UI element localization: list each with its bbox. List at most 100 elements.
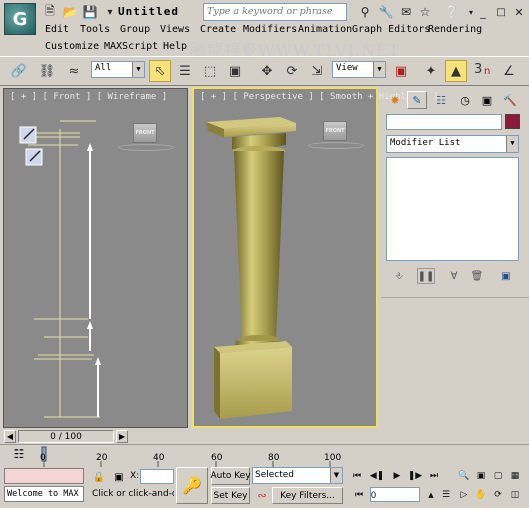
menu-help[interactable]: Help <box>163 41 187 52</box>
remove-modifier-icon[interactable]: 🗑 <box>468 268 486 284</box>
pivot-center-icon[interactable]: ▣ <box>390 60 412 82</box>
menu-tools[interactable]: Tools <box>80 24 110 35</box>
save-icon[interactable]: 💾 <box>81 3 99 21</box>
pan-hand-icon[interactable]: ✋ <box>472 487 490 503</box>
maximize-viewport-icon[interactable]: ◫ <box>506 487 524 503</box>
menu-rendering[interactable]: Rendering <box>428 24 482 35</box>
maxscript-listener-output[interactable]: Welcome to MAX <box>4 486 84 502</box>
modify-tab-icon[interactable]: ✎ <box>407 91 427 109</box>
rectangular-selection-icon[interactable]: ⬚ <box>199 60 221 82</box>
communication-icon[interactable]: ✉ <box>397 3 415 21</box>
front-viewport[interactable]: [ + ] [ Front ] [ Wireframe ] FRONT <box>3 88 188 428</box>
object-name-field[interactable] <box>386 114 502 130</box>
select-by-name-icon[interactable]: ☰ <box>174 60 196 82</box>
keyboard-shortcut-override-icon[interactable]: ▲ <box>445 60 467 82</box>
binoculars-icon[interactable]: ⚲ <box>356 3 374 21</box>
close-icon[interactable]: ✕ <box>510 3 528 21</box>
snap-toggle-sublabel: n <box>484 66 491 77</box>
open-folder-icon[interactable]: 📂 <box>61 3 79 21</box>
key-filters-button[interactable]: Key Filters... <box>272 487 343 504</box>
menu-maxscript[interactable]: MAXScript <box>104 41 158 52</box>
display-tab-icon[interactable]: ▣ <box>477 91 497 109</box>
new-file-icon[interactable]: 🗎 <box>41 3 59 21</box>
menu-edit[interactable]: Edit <box>45 24 69 35</box>
selection-filter-dropdown[interactable]: All ▼ <box>91 61 145 78</box>
modifier-stack[interactable] <box>386 157 519 261</box>
tangent-type-icon[interactable]: ∾ <box>254 488 270 503</box>
goto-start-icon[interactable]: ⏮ <box>348 468 366 484</box>
menu-modifiers[interactable]: Modifiers <box>243 24 297 35</box>
motion-tab-icon[interactable]: ◷ <box>455 91 475 109</box>
star-icon[interactable]: ☆ <box>416 3 434 21</box>
x-coordinate-field[interactable] <box>140 469 174 484</box>
reference-coordinate-value: View <box>336 63 358 73</box>
track-bar[interactable]: 0 20 40 60 80 100 <box>0 444 529 467</box>
object-color-swatch[interactable] <box>505 114 520 129</box>
hierarchy-tab-icon[interactable]: ☷ <box>431 91 451 109</box>
zoom-all-icon[interactable]: ▣ <box>472 468 490 484</box>
zoom-extents-icon[interactable]: ▢ <box>489 468 507 484</box>
time-slider[interactable]: 0 / 100 <box>18 430 114 443</box>
help-icon[interactable]: ❔ <box>443 3 461 21</box>
window-crossing-icon[interactable]: ▣ <box>224 60 246 82</box>
angle-snap-icon[interactable]: ∠ <box>498 60 520 82</box>
menu-create[interactable]: Create <box>200 24 236 35</box>
prompt-line: Click or click-and-drag <box>92 489 174 499</box>
maxscript-listener-input[interactable] <box>4 468 84 484</box>
search-input[interactable]: Type a keyword or phrase <box>203 3 347 21</box>
modifier-list-dropdown[interactable]: Modifier List ▼ <box>386 135 519 153</box>
select-manipulate-icon[interactable]: ✦ <box>420 60 442 82</box>
key-mode-dropdown[interactable]: Selected ▼ <box>252 467 343 484</box>
menu-customize[interactable]: Customize <box>45 41 99 52</box>
wrench-icon[interactable]: 🔧 <box>377 3 395 21</box>
set-key-button[interactable]: Set Key <box>211 487 250 504</box>
select-move-icon[interactable]: ✥ <box>256 60 278 82</box>
show-end-result-icon[interactable]: ❚❚ <box>417 268 435 284</box>
absolute-mode-icon[interactable]: ▣ <box>112 470 126 484</box>
current-frame-field[interactable] <box>370 487 420 502</box>
link-icon[interactable]: 🔗 <box>8 60 30 82</box>
unlink-icon[interactable]: ⛓ <box>36 60 58 82</box>
orbit-icon[interactable]: ⟳ <box>489 487 507 503</box>
mini-curve-editor-icon[interactable]: ☷ <box>10 446 28 462</box>
modifier-list-label: Modifier List <box>390 138 461 148</box>
minimize-icon[interactable]: _ <box>474 3 492 21</box>
create-tab-icon[interactable]: ✸ <box>385 91 405 109</box>
column-3d-model <box>206 117 296 419</box>
menu-graph-editors[interactable]: Graph Editors <box>352 24 430 35</box>
field-of-view-icon[interactable]: ▷ <box>455 487 473 503</box>
maximize-icon[interactable]: □ <box>492 3 510 21</box>
chevron-down-icon: ▼ <box>506 136 518 152</box>
pin-stack-icon[interactable]: ⎀ <box>390 268 408 284</box>
tick-label: 20 <box>96 453 108 463</box>
bind-spacewarp-icon[interactable]: ≈ <box>63 60 85 82</box>
chevron-down-icon[interactable]: ▾ <box>101 3 119 21</box>
key-mode-value: Selected <box>255 470 295 480</box>
configure-modifier-sets-icon[interactable]: ▣ <box>497 268 515 284</box>
app-logo-icon[interactable]: G <box>4 3 36 35</box>
key-mode-toggle-icon[interactable]: ⏮ <box>350 487 368 503</box>
perspective-viewport[interactable]: [ + ] [ Perspective ] [ Smooth + Highlig… <box>192 87 438 428</box>
select-rotate-icon[interactable]: ⟳ <box>281 60 303 82</box>
chevron-left-icon[interactable]: ◀ <box>4 430 16 443</box>
next-frame-icon[interactable]: ❚▶ <box>406 468 424 484</box>
menu-group[interactable]: Group <box>120 24 150 35</box>
auto-key-button[interactable]: Auto Key <box>210 467 251 485</box>
make-unique-icon[interactable]: ∀ <box>445 268 463 284</box>
menu-animation[interactable]: Animation <box>298 24 352 35</box>
zoom-icon[interactable]: 🔍 <box>455 468 473 484</box>
reference-coordinate-dropdown[interactable]: View ▼ <box>332 61 386 78</box>
play-icon[interactable]: ▶ <box>388 468 406 484</box>
menu-views[interactable]: Views <box>160 24 190 35</box>
snap-toggle-label[interactable]: 3 <box>474 62 484 77</box>
zoom-extents-all-icon[interactable]: ▦ <box>506 468 524 484</box>
select-object-icon[interactable]: ⬁ <box>149 60 171 82</box>
previous-frame-icon[interactable]: ◀❚ <box>368 468 386 484</box>
chevron-right-icon[interactable]: ▶ <box>116 430 128 443</box>
select-scale-icon[interactable]: ⇲ <box>306 60 328 82</box>
lock-selection-icon[interactable]: 🔒 <box>92 470 106 484</box>
time-configuration-icon[interactable]: ☰ <box>437 487 455 503</box>
utilities-tab-icon[interactable]: 🔨 <box>500 91 520 109</box>
goto-end-icon[interactable]: ⏭ <box>425 468 443 484</box>
key-icon[interactable]: 🔑 <box>176 467 208 504</box>
